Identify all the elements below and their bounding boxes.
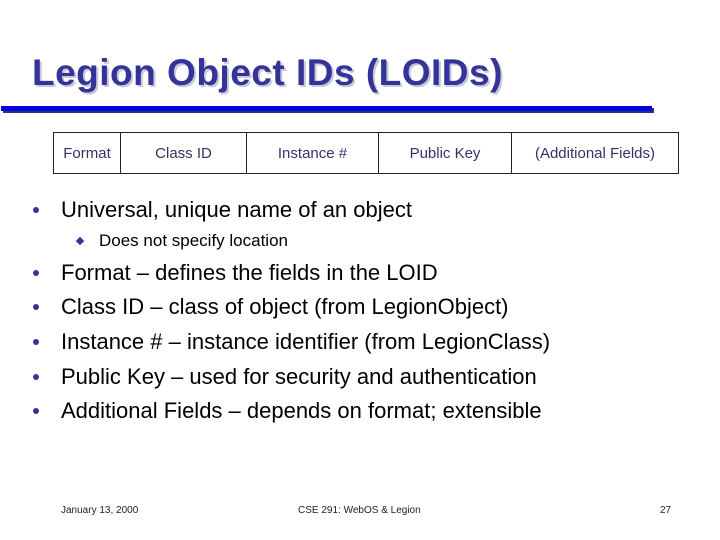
title-underline-rule xyxy=(1,106,652,111)
footer-date: January 13, 2000 xyxy=(61,505,139,516)
bullet-text: Universal, unique name of an object xyxy=(61,197,412,222)
bullet-text: Instance # – instance identifier (from L… xyxy=(61,329,551,354)
footer-course-title: CSE 291: WebOS & Legion xyxy=(298,505,421,516)
bullet-text: Public Key – used for security and authe… xyxy=(61,364,537,389)
bullet-text: Additional Fields – depends on format; e… xyxy=(61,398,542,423)
loid-field-class-id: Class ID xyxy=(121,133,247,173)
bullet-item: Class ID – class of object (from LegionO… xyxy=(33,294,509,320)
bullet-item: Format – defines the fields in the LOID xyxy=(33,260,438,286)
loid-field-additional-fields: (Additional Fields) xyxy=(534,144,656,162)
bullet-dot-icon xyxy=(33,207,39,213)
sub-bullet-item: Does not specify location xyxy=(75,231,288,251)
bullet-dot-icon xyxy=(33,304,39,310)
slide-title: Legion Object IDs (LOIDs) xyxy=(32,52,503,93)
bullet-item: Additional Fields – depends on format; e… xyxy=(33,398,542,424)
bullet-text: Class ID – class of object (from LegionO… xyxy=(61,294,509,319)
slide-page-number: 27 xyxy=(660,505,672,516)
bullet-item: Public Key – used for security and authe… xyxy=(33,364,537,390)
loid-field-public-key: Public Key xyxy=(379,133,512,173)
bullet-dot-icon xyxy=(33,339,39,345)
bullet-item: Instance # – instance identifier (from L… xyxy=(33,329,550,355)
sub-bullet-text: Does not specify location xyxy=(99,231,288,250)
bullet-dot-icon xyxy=(33,270,39,276)
loid-structure-diagram: Format Class ID Instance # Public Key (A… xyxy=(53,132,679,174)
bullet-diamond-icon xyxy=(75,236,85,246)
bullet-item: Universal, unique name of an object xyxy=(33,197,412,223)
bullet-dot-icon xyxy=(33,374,39,380)
bullet-dot-icon xyxy=(33,408,39,414)
loid-field-instance-number: Instance # xyxy=(247,133,379,173)
bullet-text: Format – defines the fields in the LOID xyxy=(61,260,438,285)
loid-field-format: Format xyxy=(54,133,121,173)
